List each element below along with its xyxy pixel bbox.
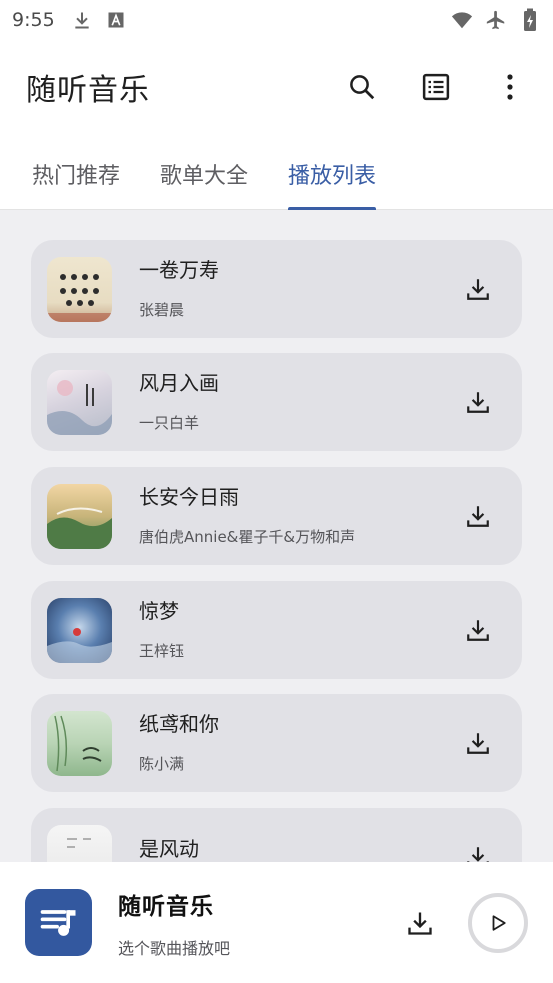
status-bar: 9:55 <box>0 0 553 40</box>
album-cover <box>47 824 112 862</box>
wifi-icon <box>451 9 473 31</box>
album-cover <box>47 597 112 663</box>
song-list[interactable]: 一卷万寿 张碧晨 风月入画 一只白羊 长安今日雨 唐伯虎Annie&瞿子千&万物… <box>0 210 553 862</box>
song-title: 长安今日雨 <box>139 485 239 509</box>
song-item[interactable]: 风月入画 一只白羊 <box>31 353 522 451</box>
song-title: 纸鸢和你 <box>139 712 219 736</box>
airplane-icon <box>485 9 507 31</box>
song-item[interactable]: 惊梦 王梓钰 <box>31 581 522 679</box>
tab-label: 播放列表 <box>288 164 377 189</box>
battery-charging-icon <box>519 8 541 31</box>
download-icon[interactable] <box>458 723 498 763</box>
song-title: 一卷万寿 <box>139 258 219 282</box>
song-artist: 张碧晨 <box>139 301 185 319</box>
download-icon[interactable] <box>458 610 498 650</box>
app-title: 随听音乐 <box>26 73 150 108</box>
song-item[interactable]: 长安今日雨 唐伯虎Annie&瞿子千&万物和声 <box>31 467 522 565</box>
download-icon[interactable] <box>458 837 498 862</box>
tab-label: 热门推荐 <box>32 164 121 189</box>
status-time: 9:55 <box>12 9 55 31</box>
a-icon <box>105 9 127 31</box>
list-icon[interactable] <box>419 70 453 104</box>
tab-play-queue[interactable]: 播放列表 <box>288 142 377 210</box>
album-cover <box>47 256 112 322</box>
song-item[interactable]: 是风动 <box>31 808 522 862</box>
song-item[interactable]: 一卷万寿 张碧晨 <box>31 240 522 338</box>
download-icon[interactable] <box>400 903 440 943</box>
app-bar: 随听音乐 <box>0 50 553 124</box>
download-icon[interactable] <box>458 496 498 536</box>
song-artist: 陈小满 <box>139 755 185 773</box>
song-title: 风月入画 <box>139 371 219 395</box>
more-vert-icon[interactable] <box>493 70 527 104</box>
song-item[interactable]: 纸鸢和你 陈小满 <box>31 694 522 792</box>
download-icon <box>71 9 93 31</box>
search-icon[interactable] <box>345 70 379 104</box>
player-title: 随听音乐 <box>118 893 214 920</box>
tab-hot-recommend[interactable]: 热门推荐 <box>32 142 120 210</box>
music-queue-icon <box>25 889 92 956</box>
tab-label: 歌单大全 <box>160 164 249 189</box>
tab-bar: 热门推荐 歌单大全 播放列表 <box>0 142 553 210</box>
play-button[interactable] <box>468 892 528 953</box>
album-cover <box>47 483 112 549</box>
album-cover <box>47 710 112 776</box>
song-title: 是风动 <box>139 836 199 861</box>
tab-playlists[interactable]: 歌单大全 <box>160 142 248 210</box>
song-artist: 唐伯虎Annie&瞿子千&万物和声 <box>139 528 356 546</box>
play-icon <box>492 914 506 931</box>
mini-player[interactable]: 随听音乐 选个歌曲播放吧 <box>0 862 553 983</box>
song-artist: 王梓钰 <box>139 642 185 660</box>
download-icon[interactable] <box>458 382 498 422</box>
download-icon[interactable] <box>458 269 498 309</box>
song-artist: 一只白羊 <box>139 414 200 432</box>
album-cover <box>47 369 112 435</box>
player-subtitle: 选个歌曲播放吧 <box>118 938 231 958</box>
song-title: 惊梦 <box>139 599 179 623</box>
